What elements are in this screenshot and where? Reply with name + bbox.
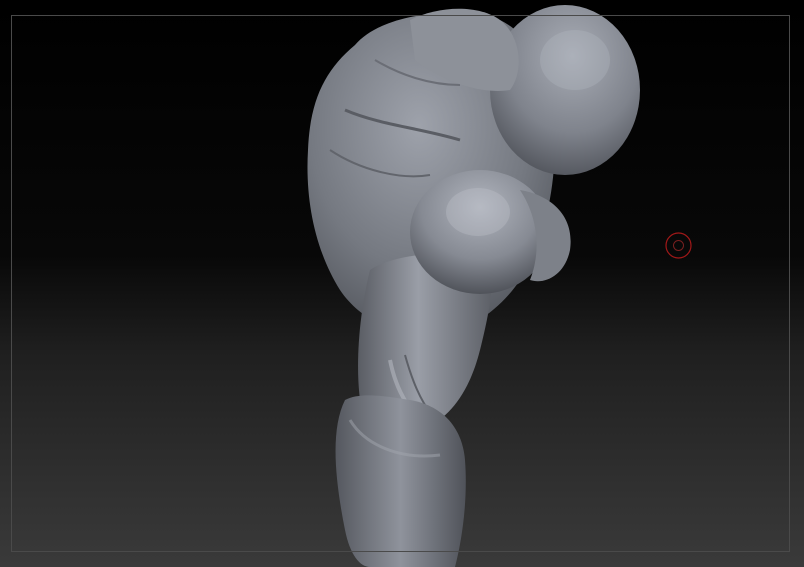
- leg-mesh: [335, 395, 466, 567]
- shoulder-highlight: [446, 188, 510, 236]
- brush-circle-cursor-icon: [665, 232, 692, 259]
- sculpt-model[interactable]: [0, 0, 804, 567]
- head-highlight: [540, 30, 610, 90]
- head-mesh: [490, 5, 640, 175]
- sculpt-viewport[interactable]: [0, 0, 804, 567]
